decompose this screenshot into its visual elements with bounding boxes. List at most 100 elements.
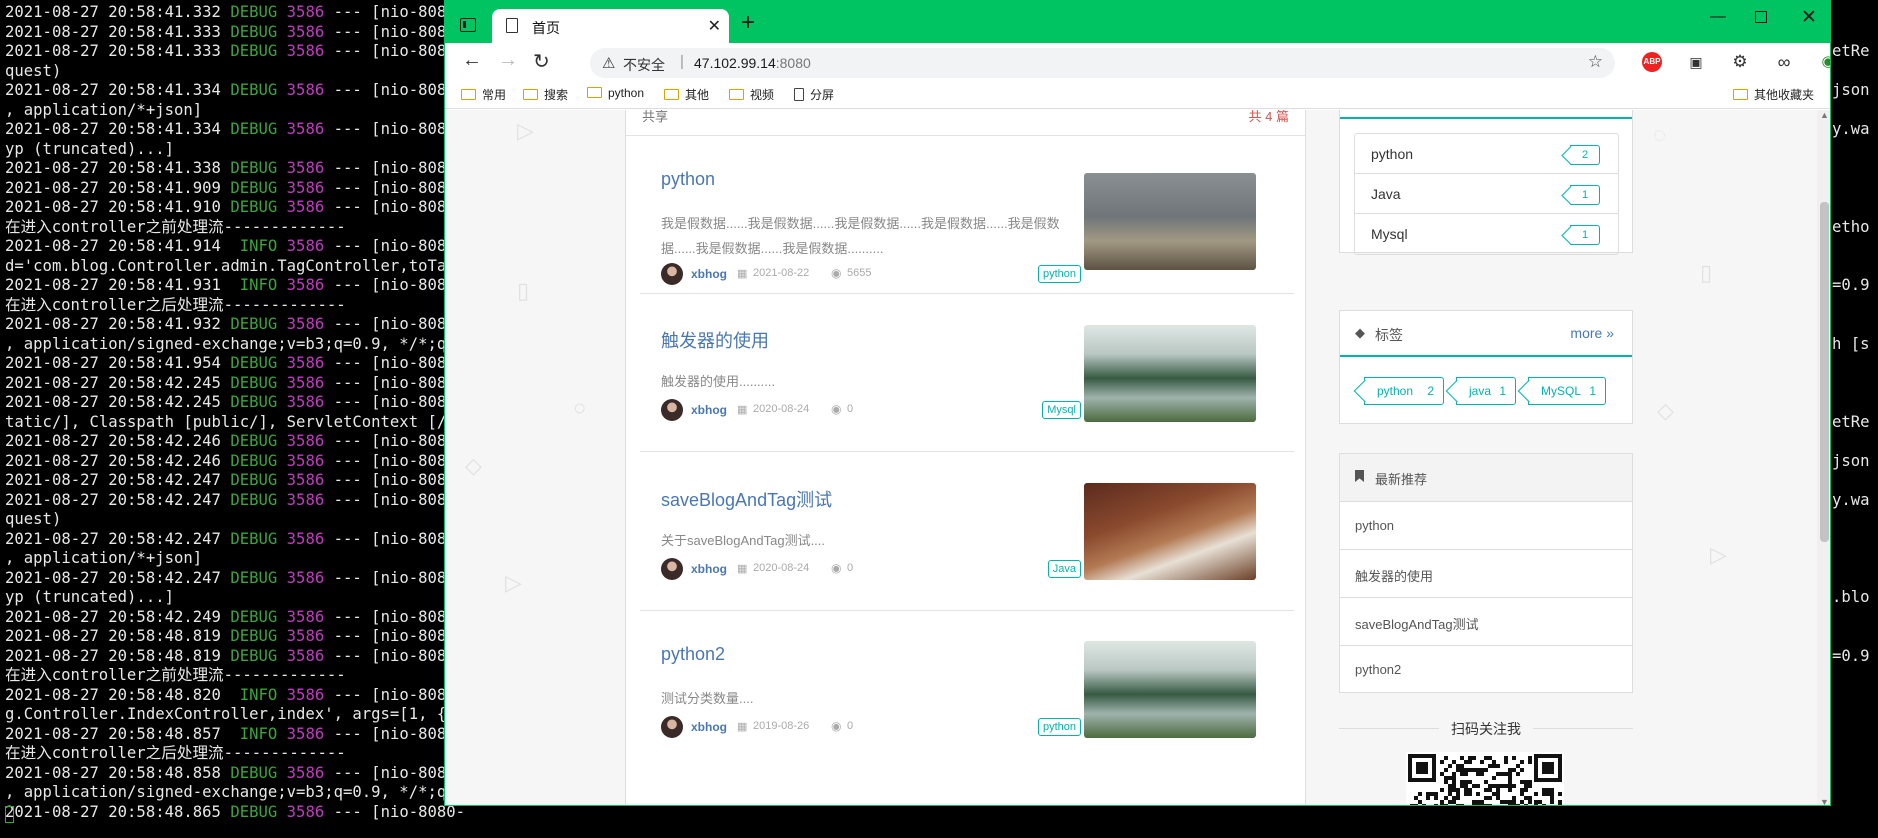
scroll-down-icon[interactable]: ▼	[1820, 797, 1829, 805]
post-description: 关于saveBlogAndTag测试....	[661, 533, 826, 548]
tags-more-link[interactable]: more »	[1570, 325, 1614, 341]
back-button[interactable]: ←	[462, 49, 482, 72]
recommend-item[interactable]: saveBlogAndTag测试	[1340, 598, 1632, 646]
post-type-badge[interactable]: Mysql	[1042, 401, 1081, 419]
bookmark-folder[interactable]: 其他	[664, 86, 709, 103]
log-level: INFO	[230, 724, 278, 743]
bookmark-label: 视频	[750, 88, 775, 102]
minimize-button[interactable]: —	[1710, 8, 1726, 26]
type-item[interactable]: Java 1	[1355, 174, 1618, 214]
post-title[interactable]: 触发器的使用	[661, 327, 769, 353]
log-pid: 3586	[286, 432, 325, 450]
post-thumbnail[interactable]	[1084, 641, 1256, 738]
terminal-line: 2021-08-27 20:58:48.857 INFO 3586 --- [n…	[5, 725, 465, 745]
post-author[interactable]: xbhog	[691, 562, 727, 576]
post-author[interactable]: xbhog	[691, 403, 727, 417]
terminal-line: 2021-08-27 20:58:41.914 INFO 3586 --- [n…	[5, 237, 465, 257]
blog-post[interactable]: 触发器的使用 触发器的使用.......... xbhog ▦ 2020-08-…	[640, 294, 1294, 452]
post-title[interactable]: python	[661, 169, 715, 190]
bookmark-folder[interactable]: 搜索	[523, 86, 568, 103]
post-type-badge[interactable]: python	[1037, 718, 1081, 736]
post-thumbnail[interactable]	[1084, 173, 1256, 270]
infinity-icon[interactable]: ∞	[1774, 52, 1794, 72]
bookmark-page[interactable]: 分屏	[794, 86, 834, 103]
title-bar: 首页 ✕ + — ✕	[445, 1, 1830, 43]
tag-pill[interactable]: MySQL 1	[1528, 377, 1606, 405]
terminal-line: 2021-08-27 20:58:41.910 DEBUG 3586 --- […	[5, 198, 465, 218]
gear-icon[interactable]: ⚙	[1730, 52, 1750, 72]
close-tab-icon[interactable]: ✕	[708, 16, 721, 36]
post-type-badge[interactable]: python	[1037, 265, 1081, 283]
log-level: DEBUG	[230, 159, 278, 177]
warning-icon[interactable]: ⚠	[602, 54, 615, 72]
log-pid: 3586	[286, 627, 325, 645]
new-tab-button[interactable]: +	[741, 11, 755, 35]
url-text[interactable]: 47.102.99.14:8080	[694, 55, 811, 71]
log-level: DEBUG	[230, 607, 278, 626]
tags-icon: ◆	[1355, 325, 1365, 340]
log-pid: 3586	[286, 471, 325, 489]
sidebar-toggle-icon[interactable]	[460, 18, 476, 32]
tab-home[interactable]: 首页 ✕	[492, 9, 729, 43]
recommend-item[interactable]: python2	[1340, 646, 1632, 694]
blog-post[interactable]: python2 测试分类数量.... xbhog ▦ 2019-08-26 ◉ …	[640, 611, 1294, 769]
post-type-badge[interactable]: Java	[1047, 560, 1081, 578]
other-bookmarks[interactable]: 其他收藏夹	[1733, 86, 1814, 103]
recommend-item[interactable]: python	[1340, 502, 1632, 550]
extension-icon[interactable]: ▣	[1686, 52, 1706, 72]
terminal-line: yp (truncated)...]	[5, 588, 465, 608]
forward-button[interactable]: →	[498, 49, 518, 72]
calendar-icon: ▦	[737, 563, 748, 575]
log-timestamp: 2021-08-27 20:58:41.914	[5, 237, 221, 255]
recommend-item[interactable]: 触发器的使用	[1340, 550, 1632, 598]
decor-square-icon: ▯	[1700, 260, 1713, 285]
post-thumbnail[interactable]	[1084, 483, 1256, 580]
log-level: DEBUG	[230, 627, 278, 645]
log-timestamp: 2021-08-27 20:58:41.931	[5, 276, 221, 294]
post-meta: xbhog ▦ 2020-08-24 ◉ 0 Mysql	[661, 399, 1081, 421]
close-window-button[interactable]: ✕	[1801, 6, 1817, 29]
maximize-button[interactable]	[1755, 11, 1767, 23]
decor-diamond-icon: ◇	[465, 453, 482, 478]
scroll-up-icon[interactable]: ▲	[1820, 110, 1829, 120]
log-level: DEBUG	[230, 529, 278, 548]
log-pid: 3586	[286, 354, 325, 372]
bookmark-folder[interactable]: python	[587, 86, 644, 100]
terminal-cursor	[5, 806, 14, 823]
log-text: quest)	[5, 510, 62, 528]
type-item[interactable]: python 2	[1355, 134, 1618, 174]
type-count: 1	[1570, 185, 1600, 205]
tag-pill[interactable]: java 1	[1456, 377, 1516, 405]
bookmark-folder[interactable]: 常用	[461, 86, 506, 103]
post-title[interactable]: python2	[661, 644, 725, 665]
terminal-line: 2021-08-27 20:58:42.247 DEBUG 3586 --- […	[5, 491, 465, 511]
log-timestamp: 2021-08-27 20:58:48.820	[5, 685, 221, 704]
add-favorite-icon[interactable]: ☆	[1588, 52, 1603, 72]
decor-triangle-icon: ▷	[505, 570, 522, 595]
blog-post[interactable]: saveBlogAndTag测试 关于saveBlogAndTag测试.... …	[640, 453, 1294, 611]
reload-button[interactable]: ↻	[533, 49, 550, 74]
type-item[interactable]: Mysql 1	[1355, 214, 1618, 254]
post-views: 0	[847, 403, 854, 415]
bookmark-label: 常用	[482, 88, 507, 102]
bookmark-folder[interactable]: 视频	[729, 86, 774, 103]
tag-pill[interactable]: python 2	[1364, 377, 1444, 405]
type-count: 2	[1570, 145, 1600, 165]
blog-post[interactable]: python 我是假数据......我是假数据......我是假数据......…	[640, 136, 1294, 294]
vertical-scrollbar[interactable]: ▲ ▼	[1817, 110, 1830, 805]
address-bar[interactable]: ⚠ 不安全 | 47.102.99.14:8080 ☆	[590, 48, 1615, 78]
globe-icon[interactable]: ◉	[1818, 52, 1830, 72]
post-author[interactable]: xbhog	[691, 720, 727, 734]
scroll-thumb[interactable]	[1820, 202, 1829, 542]
folder-icon	[523, 89, 538, 100]
post-title[interactable]: saveBlogAndTag测试	[661, 486, 832, 512]
adblock-icon[interactable]: ABP	[1642, 52, 1662, 72]
log-timestamp: 2021-08-27 20:58:41.910	[5, 198, 221, 216]
log-pid: 3586	[286, 159, 325, 177]
log-pid: 3586	[286, 42, 325, 60]
follow-section: 扫码关注我	[1339, 718, 1633, 738]
post-author[interactable]: xbhog	[691, 267, 727, 281]
insecure-label[interactable]: 不安全	[623, 55, 665, 75]
post-thumbnail[interactable]	[1084, 325, 1256, 422]
log-timestamp: 2021-08-27 20:58:48.865	[5, 802, 221, 821]
